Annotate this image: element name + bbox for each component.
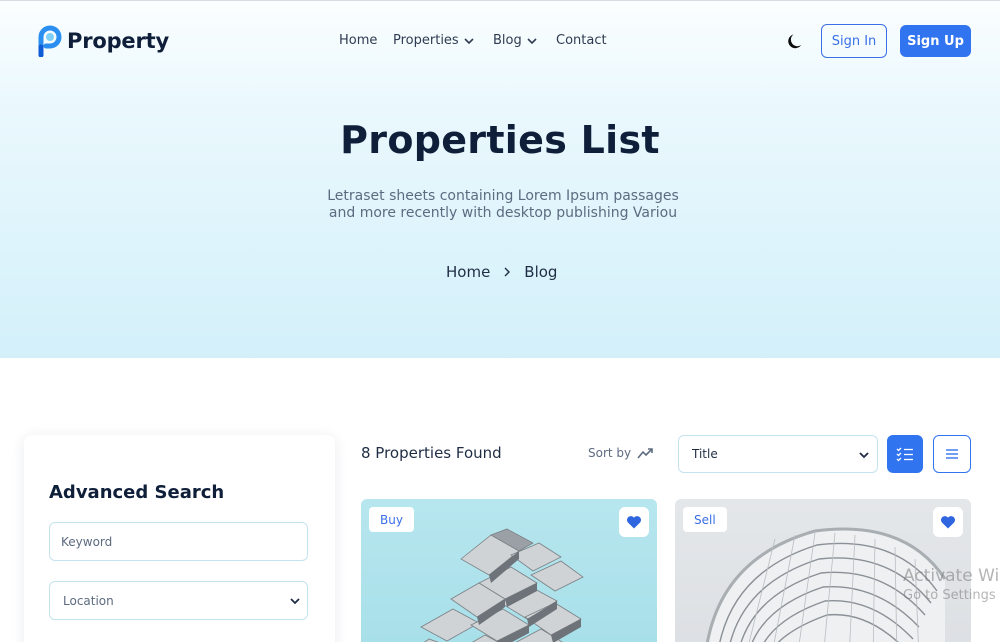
chevron-down-icon — [527, 37, 537, 44]
nav-home-label: Home — [339, 33, 378, 48]
list-view-button[interactable] — [933, 435, 971, 473]
chevron-down-icon — [290, 598, 300, 605]
sort-select[interactable]: Title — [678, 435, 878, 473]
page-subtitle: Letraset sheets containing Lorem Ipsum p… — [300, 188, 706, 222]
nav-home[interactable]: Home — [339, 33, 377, 48]
heart-icon — [626, 516, 642, 529]
logo[interactable]: Property — [35, 25, 169, 57]
sign-up-button[interactable]: Sign Up — [900, 25, 971, 57]
navbar: Property Home Properties Blog Contact Si… — [0, 1, 1000, 81]
sort-by-toggle[interactable]: Sort by — [588, 446, 655, 460]
keyword-input[interactable]: Keyword — [49, 522, 308, 561]
favorite-button[interactable] — [619, 507, 649, 537]
activate-windows-watermark: Activate Windows Go to Settings to activ… — [903, 566, 1000, 603]
logo-text: Property — [67, 29, 169, 53]
nav-blog-label: Blog — [493, 33, 522, 48]
grid-view-button[interactable] — [887, 435, 923, 473]
breadcrumb: Home Blog — [446, 263, 557, 281]
moon-icon[interactable] — [787, 32, 805, 50]
location-select-value: Location — [63, 593, 114, 608]
logo-p-icon — [38, 25, 62, 57]
nav-properties[interactable]: Properties — [393, 33, 475, 48]
heart-icon — [940, 516, 956, 529]
checklist-icon — [896, 447, 913, 462]
watermark-line2: Go to Settings to activate Windows. — [903, 588, 1000, 603]
results-count: 8 Properties Found — [361, 444, 502, 462]
sort-select-value: Title — [692, 447, 718, 461]
property-tag: Sell — [683, 507, 727, 532]
trend-up-icon — [637, 448, 653, 459]
advanced-search-panel: Advanced Search Keyword Location — [24, 435, 335, 642]
nav-properties-label: Properties — [393, 33, 459, 48]
nav-contact[interactable]: Contact — [556, 33, 607, 48]
page-subtitle-line1: Letraset sheets containing Lorem Ipsum p… — [327, 188, 679, 204]
advanced-search-title: Advanced Search — [49, 482, 225, 503]
property-tag: Buy — [369, 507, 414, 532]
page-title: Properties List — [340, 118, 660, 162]
breadcrumb-current: Blog — [524, 263, 558, 281]
location-select[interactable]: Location — [49, 581, 308, 620]
property-card[interactable]: Buy — [361, 499, 657, 642]
nav-blog[interactable]: Blog — [493, 33, 538, 48]
list-icon — [946, 449, 958, 459]
breadcrumb-home[interactable]: Home — [446, 263, 490, 281]
page-subtitle-line2: and more recently with desktop publishin… — [328, 205, 678, 221]
chevron-right-icon — [504, 267, 511, 277]
chevron-down-icon — [859, 452, 869, 459]
hero-section: Property Home Properties Blog Contact Si… — [0, 0, 1000, 358]
watermark-line1: Activate Windows — [903, 566, 1000, 586]
nav-contact-label: Contact — [556, 33, 607, 48]
chevron-down-icon — [464, 37, 474, 44]
favorite-button[interactable] — [933, 507, 963, 537]
sort-by-label: Sort by — [588, 446, 632, 460]
sign-in-button[interactable]: Sign In — [821, 24, 887, 58]
